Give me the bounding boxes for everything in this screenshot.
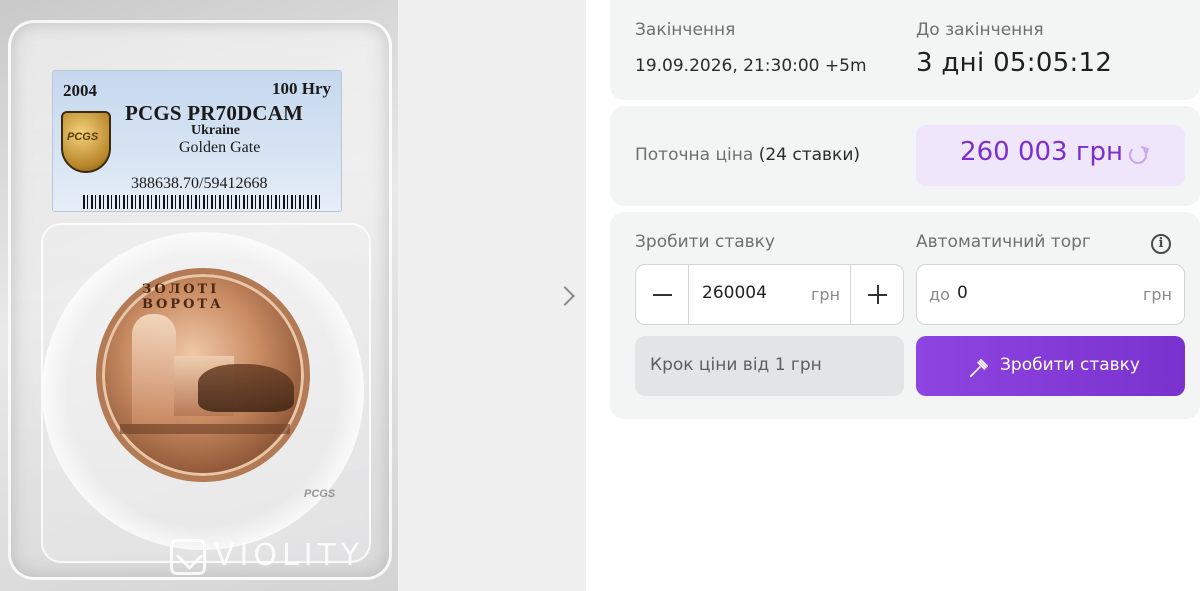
bid-label: Зробити ставку bbox=[635, 232, 775, 252]
lot-page: 2004 100 Hry PCGS PCGS PR70DCAM Ukraine … bbox=[0, 0, 1200, 591]
lot-photo[interactable]: 2004 100 Hry PCGS PCGS PR70DCAM Ukraine … bbox=[0, 0, 398, 591]
coin-legend: ЗОЛОТІ ВОРОТА bbox=[142, 282, 224, 312]
pcgs-logo-icon: PCGS bbox=[61, 111, 111, 173]
bid-card: Зробити ставку Автоматичний торг i грн д… bbox=[610, 212, 1200, 419]
auto-bid-input[interactable] bbox=[957, 283, 1107, 303]
place-bid-label: Зробити ставку bbox=[1000, 355, 1140, 375]
auto-bid-field[interactable]: до грн bbox=[916, 264, 1185, 325]
slab-year: 2004 bbox=[63, 81, 97, 100]
barcode bbox=[83, 195, 323, 209]
price-step-info: Крок ціни від 1 грн bbox=[635, 336, 904, 396]
current-price-card: Поточна ціна (24 ставки) 260 003 грн bbox=[610, 106, 1200, 206]
coin-horses bbox=[198, 364, 294, 412]
slab-denomination: 100 Hry bbox=[271, 79, 331, 98]
increase-bid-button[interactable] bbox=[850, 265, 903, 324]
watermark-text: VIOLITY bbox=[214, 538, 365, 573]
bids-count[interactable]: (24 ставки) bbox=[759, 145, 860, 165]
slab-mark: PCGS bbox=[304, 488, 336, 500]
coin-ground bbox=[120, 424, 290, 434]
coin: ЗОЛОТІ ВОРОТА bbox=[96, 268, 310, 482]
auction-timer-card: Закінчення 19.09.2026, 21:30:00 +5m До з… bbox=[610, 0, 1200, 100]
slab-label: 2004 100 Hry PCGS PCGS PR70DCAM Ukraine … bbox=[52, 70, 342, 212]
chevron-right-icon[interactable] bbox=[552, 280, 584, 312]
end-value: 19.09.2026, 21:30:00 +5m bbox=[635, 56, 867, 76]
current-price-text: Поточна ціна bbox=[635, 145, 754, 165]
image-gallery: 2004 100 Hry PCGS PCGS PR70DCAM Ukraine … bbox=[0, 0, 586, 591]
current-price-value: 260 003 грн bbox=[960, 137, 1123, 167]
bid-amount-input[interactable] bbox=[702, 283, 802, 303]
violity-logo-icon bbox=[170, 538, 206, 575]
bid-stepper: грн bbox=[635, 264, 904, 325]
refresh-icon[interactable] bbox=[1129, 146, 1147, 164]
coin-gate-tower bbox=[132, 314, 176, 424]
time-left-label: До закінчення bbox=[916, 20, 1044, 40]
slab-coin-name: Golden Gate bbox=[179, 139, 261, 156]
place-bid-button[interactable]: Зробити ставку bbox=[916, 336, 1185, 396]
time-left-value: 3 дні 05:05:12 bbox=[916, 48, 1113, 78]
gavel-icon bbox=[969, 358, 989, 378]
auto-bid-label: Автоматичний торг bbox=[916, 232, 1091, 252]
info-icon[interactable]: i bbox=[1151, 234, 1171, 254]
price-box: 260 003 грн bbox=[916, 125, 1185, 186]
slab-country: Ukraine bbox=[191, 123, 240, 138]
end-label: Закінчення bbox=[635, 20, 736, 40]
bid-unit: грн bbox=[811, 285, 841, 304]
slab-cert-number: 388638.70/59412668 bbox=[131, 175, 268, 192]
auto-bid-prefix: до bbox=[929, 285, 950, 304]
pcgs-logo-text: PCGS bbox=[67, 131, 99, 143]
current-price-label: Поточна ціна (24 ставки) bbox=[635, 145, 860, 165]
auto-bid-unit: грн bbox=[1142, 285, 1172, 304]
watermark: VIOLITY bbox=[170, 538, 390, 582]
decrease-bid-button[interactable] bbox=[636, 265, 689, 324]
